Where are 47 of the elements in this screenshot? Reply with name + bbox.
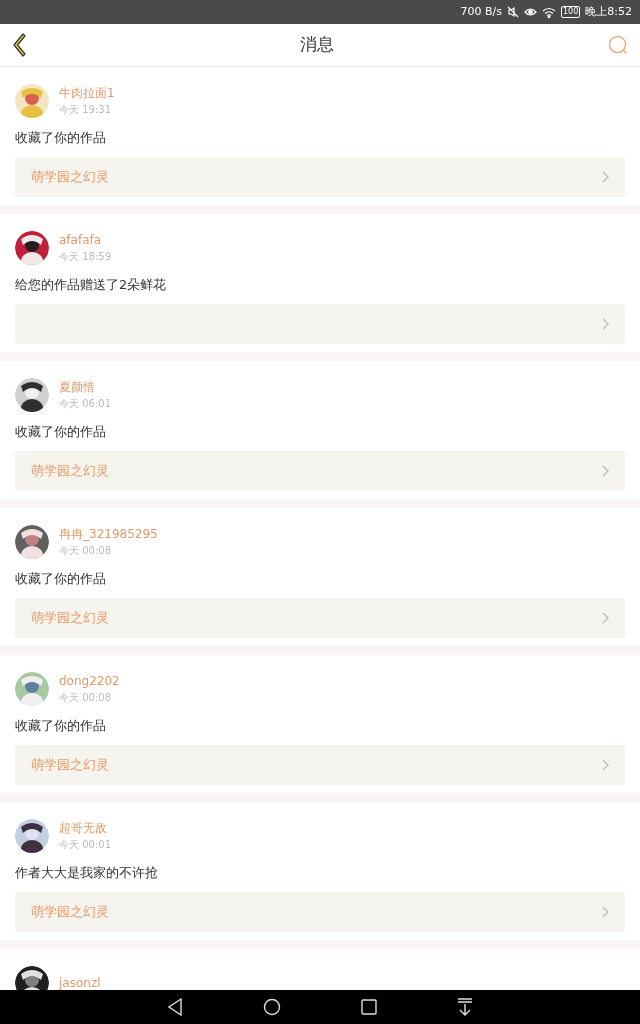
message-time: 今天 18:59 — [59, 249, 111, 264]
page-title: 消息 — [300, 33, 334, 57]
wifi-icon — [542, 6, 556, 18]
work-title: 萌学园之幻灵 — [31, 168, 109, 187]
work-link[interactable]: 萌学园之幻灵 — [15, 157, 625, 197]
work-title: 萌学园之幻灵 — [31, 903, 109, 922]
user-name[interactable]: 牛肉拉面1 — [59, 85, 115, 100]
chevron-right-icon — [602, 171, 609, 183]
chevron-right-icon — [602, 465, 609, 477]
message-time: 今天 19:31 — [59, 102, 112, 117]
user-name[interactable]: 冉冉_321985295 — [59, 526, 158, 541]
mute-icon — [507, 6, 519, 18]
chevron-right-icon — [602, 759, 609, 771]
back-nav-icon[interactable] — [167, 998, 183, 1016]
user-name[interactable]: jasonzl — [59, 976, 101, 990]
notification-pull-icon[interactable] — [457, 998, 473, 1016]
message-text: 收藏了你的作品 — [15, 570, 107, 588]
user-name[interactable]: 超哥无敌 — [59, 820, 111, 835]
work-title: 萌学园之幻灵 — [31, 462, 109, 481]
message-text: 作者大大是我家的不许抢 — [15, 864, 159, 882]
message-text: 收藏了你的作品 — [15, 423, 107, 441]
home-nav-icon[interactable] — [263, 998, 281, 1016]
work-title: 萌学园之幻灵 — [31, 609, 109, 628]
work-link[interactable]: 萌学园之幻灵 — [15, 451, 625, 491]
message-text: 收藏了你的作品 — [15, 717, 107, 735]
message-time: 今天 00:01 — [59, 837, 111, 852]
user-name[interactable]: 夏颜惜 — [59, 379, 111, 394]
battery-level: 100 — [561, 6, 581, 18]
work-title: 萌学园之幻灵 — [31, 756, 109, 775]
message-time: 今天 00:08 — [59, 543, 112, 558]
message-time: 今天 00:08 — [59, 690, 112, 705]
chevron-right-icon — [602, 612, 609, 624]
eye-icon — [524, 7, 537, 17]
network-speed: 700 B/s — [460, 3, 502, 20]
user-name[interactable]: dong2202 — [59, 673, 120, 688]
back-icon[interactable] — [12, 33, 26, 57]
message-text: 收藏了你的作品 — [15, 129, 107, 147]
message-text: 给您的作品赠送了2朵鲜花 — [15, 276, 168, 294]
user-name[interactable]: afafafa — [59, 232, 111, 247]
chevron-right-icon — [602, 906, 609, 918]
recents-nav-icon[interactable] — [361, 999, 377, 1015]
chevron-right-icon — [602, 318, 609, 330]
work-link[interactable]: 萌学园之幻灵 — [15, 892, 625, 932]
work-link[interactable]: 萌学园之幻灵 — [15, 745, 625, 785]
work-link[interactable]: 萌学园之幻灵 — [15, 598, 625, 638]
message-time: 今天 06:01 — [59, 396, 111, 411]
clock: 晚上8:52 — [585, 3, 632, 20]
